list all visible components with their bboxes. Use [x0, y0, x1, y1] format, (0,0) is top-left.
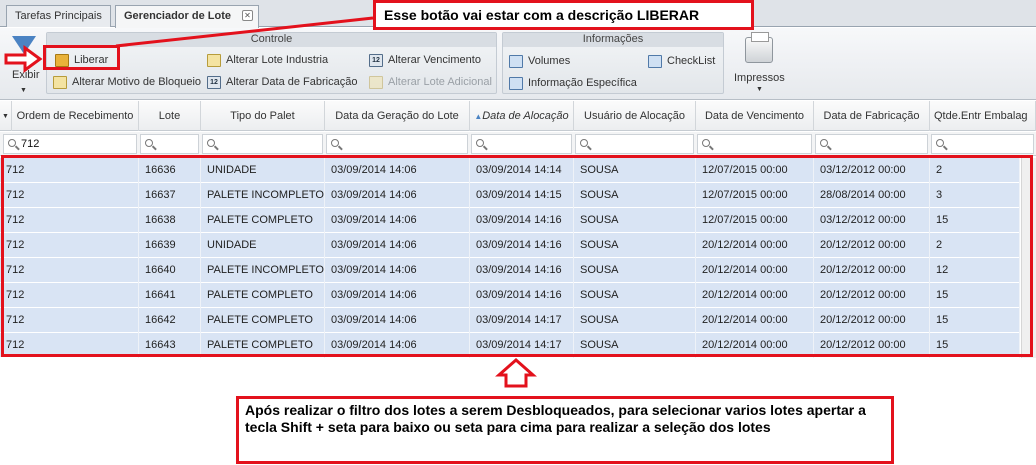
- annotation-liberar-note: Esse botão vai estar com a descrição LIB…: [373, 0, 754, 30]
- search-icon: [145, 139, 153, 147]
- col-qtde-entr-embalag[interactable]: Qtde.Entr Embalag: [930, 101, 1036, 131]
- filter-data-geracao[interactable]: [326, 134, 468, 154]
- list-icon: [509, 76, 523, 90]
- tab-tarefas-principais[interactable]: Tarefas Principais: [6, 5, 111, 27]
- arrow-up-icon: [495, 357, 537, 388]
- column-label: Ordem de Recebimento: [16, 110, 134, 122]
- filter-qtde-entr-embalag[interactable]: [931, 134, 1034, 154]
- alterar-vencimento-button[interactable]: 12 Alterar Vencimento: [369, 51, 481, 69]
- column-label: Lote: [158, 110, 181, 122]
- column-label: Data de Vencimento: [704, 110, 805, 122]
- column-label: Usuário de Alocação: [584, 110, 685, 122]
- filter-ordem-recebimento[interactable]: 712: [3, 134, 137, 154]
- checklist-label: CheckList: [667, 55, 716, 67]
- filter-lote[interactable]: [140, 134, 199, 154]
- checklist-button[interactable]: CheckList: [648, 52, 715, 70]
- search-icon: [476, 139, 484, 147]
- edit-icon: [369, 75, 383, 89]
- col-data-fabricacao[interactable]: Data de Fabricação: [814, 101, 930, 131]
- edit-icon: [207, 53, 221, 67]
- exibir-filter-button[interactable]: Exibir ▼: [0, 32, 42, 94]
- informacao-especifica-label: Informação Específica: [528, 77, 637, 89]
- informacao-especifica-button[interactable]: Informação Específica: [509, 74, 637, 92]
- column-label: Qtde.Entr Embalag: [934, 110, 1028, 122]
- col-data-vencimento[interactable]: Data de Vencimento: [696, 101, 814, 131]
- column-label: Tipo do Palet: [230, 110, 295, 122]
- col-tipo-palet[interactable]: Tipo do Palet: [201, 101, 325, 131]
- grid-header: ▼ Ordem de Recebimento Lote Tipo do Pale…: [0, 101, 1036, 131]
- volumes-button[interactable]: Volumes: [509, 52, 570, 70]
- toolbar: Exibir ▼ Controle Liberar Alterar Motivo…: [0, 28, 1036, 100]
- impressos-label: Impressos: [734, 72, 785, 84]
- tab-label: Tarefas Principais: [15, 10, 102, 22]
- col-data-geracao[interactable]: Data da Geração do Lote: [325, 101, 470, 131]
- col-usuario-alocacao[interactable]: Usuário de Alocação: [574, 101, 696, 131]
- calendar-icon: 12: [369, 53, 383, 67]
- filter-data-alocacao[interactable]: [471, 134, 572, 154]
- alterar-data-fabricacao-button[interactable]: 12 Alterar Data de Fabricação: [207, 73, 357, 91]
- list-icon: [509, 54, 523, 68]
- filter-value: 712: [21, 138, 40, 150]
- filter-tipo-palet[interactable]: [202, 134, 323, 154]
- printer-icon: [745, 32, 773, 63]
- exibir-label: Exibir: [12, 69, 40, 81]
- search-icon: [331, 139, 339, 147]
- search-icon: [820, 139, 828, 147]
- col-lote[interactable]: Lote: [139, 101, 201, 131]
- search-icon: [8, 139, 16, 147]
- column-label: Data da Geração do Lote: [335, 110, 459, 122]
- search-icon: [580, 139, 588, 147]
- tab-gerenciador-de-lote[interactable]: Gerenciador de Lote ✕: [115, 5, 259, 28]
- liberar-highlight-box: [43, 45, 120, 70]
- alterar-lote-adicional-button[interactable]: Alterar Lote Adicional: [369, 73, 492, 91]
- annotation-selection-note: Após realizar o filtro dos lotes a serem…: [236, 396, 894, 464]
- alterar-lote-industria-button[interactable]: Alterar Lote Industria: [207, 51, 328, 69]
- informacoes-group-title: Informações: [503, 33, 723, 47]
- selected-rows-highlight-box: [1, 155, 1033, 357]
- sort-ascending-icon: ▲: [474, 111, 483, 121]
- alterar-lote-adicional-label: Alterar Lote Adicional: [388, 76, 492, 88]
- impressos-button[interactable]: Impressos ▼: [730, 32, 788, 94]
- search-icon: [702, 139, 710, 147]
- alterar-motivo-bloqueio-button[interactable]: Alterar Motivo de Bloqueio: [53, 73, 201, 91]
- volumes-label: Volumes: [528, 55, 571, 67]
- filter-usuario-alocacao[interactable]: [575, 134, 694, 154]
- search-icon: [207, 139, 215, 147]
- alterar-lote-industria-label: Alterar Lote Industria: [226, 54, 329, 66]
- calendar-icon: 12: [207, 75, 221, 89]
- tab-label: Gerenciador de Lote: [124, 10, 231, 22]
- filter-row: 712: [0, 132, 1036, 156]
- alterar-motivo-label: Alterar Motivo de Bloqueio: [72, 76, 202, 88]
- list-icon: [648, 54, 662, 68]
- chevron-down-icon: ▼: [756, 86, 763, 93]
- informacoes-group: Informações Volumes CheckList Informação…: [502, 32, 724, 94]
- edit-icon: [53, 75, 67, 89]
- column-label: Data de Fabricação: [823, 110, 920, 122]
- annotation-text: Após realizar o filtro dos lotes a serem…: [245, 402, 866, 435]
- column-label: Data de Alocação: [482, 110, 569, 122]
- chevron-down-icon: ▼: [20, 87, 27, 94]
- filter-data-fabricacao[interactable]: [815, 134, 928, 154]
- close-icon[interactable]: ✕: [242, 10, 253, 21]
- col-data-alocacao[interactable]: ▲ Data de Alocação: [470, 101, 574, 131]
- filter-data-vencimento[interactable]: [697, 134, 812, 154]
- annotation-text: Esse botão vai estar com a descrição LIB…: [384, 7, 700, 23]
- chevron-down-icon: ▼: [2, 112, 9, 120]
- alterar-data-fabricacao-label: Alterar Data de Fabricação: [226, 76, 358, 88]
- col-ordem-recebimento[interactable]: Ordem de Recebimento: [12, 101, 139, 131]
- expand-column-header[interactable]: ▼: [0, 101, 12, 131]
- funnel-icon: [12, 36, 36, 54]
- alterar-vencimento-label: Alterar Vencimento: [388, 54, 481, 66]
- search-icon: [936, 139, 944, 147]
